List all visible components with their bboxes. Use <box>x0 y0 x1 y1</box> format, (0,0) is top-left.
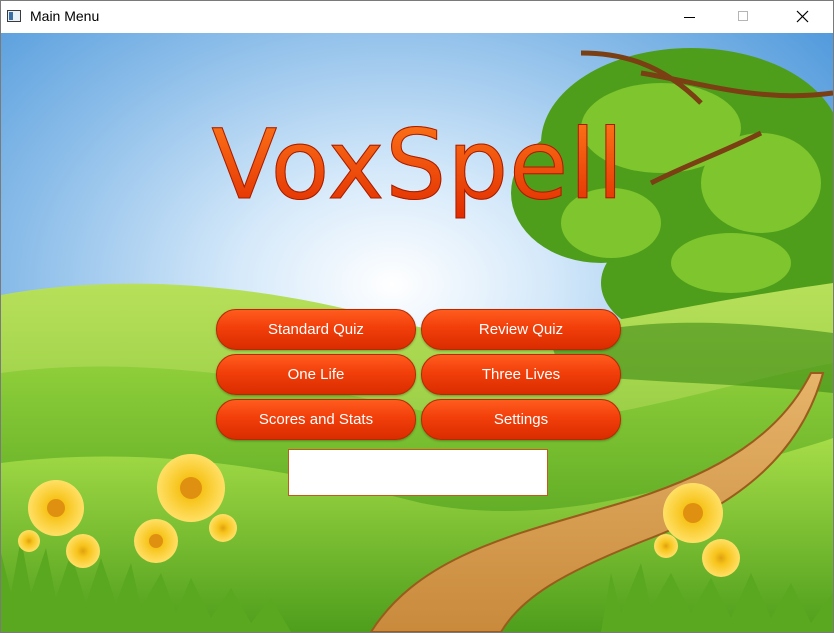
app-icon <box>7 10 21 22</box>
three-lives-button[interactable]: Three Lives <box>421 354 621 395</box>
close-icon <box>796 10 809 23</box>
status-text-field[interactable] <box>288 449 548 496</box>
close-button[interactable] <box>779 1 825 33</box>
app-logo: VoxSpell <box>211 109 625 222</box>
window-title: Main Menu <box>30 8 100 24</box>
title-bar[interactable]: Main Menu <box>1 1 833 33</box>
one-life-button[interactable]: One Life <box>216 354 416 395</box>
minimize-button[interactable] <box>666 1 712 33</box>
review-quiz-button[interactable]: Review Quiz <box>421 309 621 350</box>
settings-button[interactable]: Settings <box>421 399 621 440</box>
standard-quiz-button[interactable]: Standard Quiz <box>216 309 416 350</box>
main-menu-window: Main Menu VoxSpell Standard Quiz Review … <box>0 0 834 633</box>
scores-and-stats-button[interactable]: Scores and Stats <box>216 399 416 440</box>
maximize-button[interactable] <box>720 1 766 33</box>
